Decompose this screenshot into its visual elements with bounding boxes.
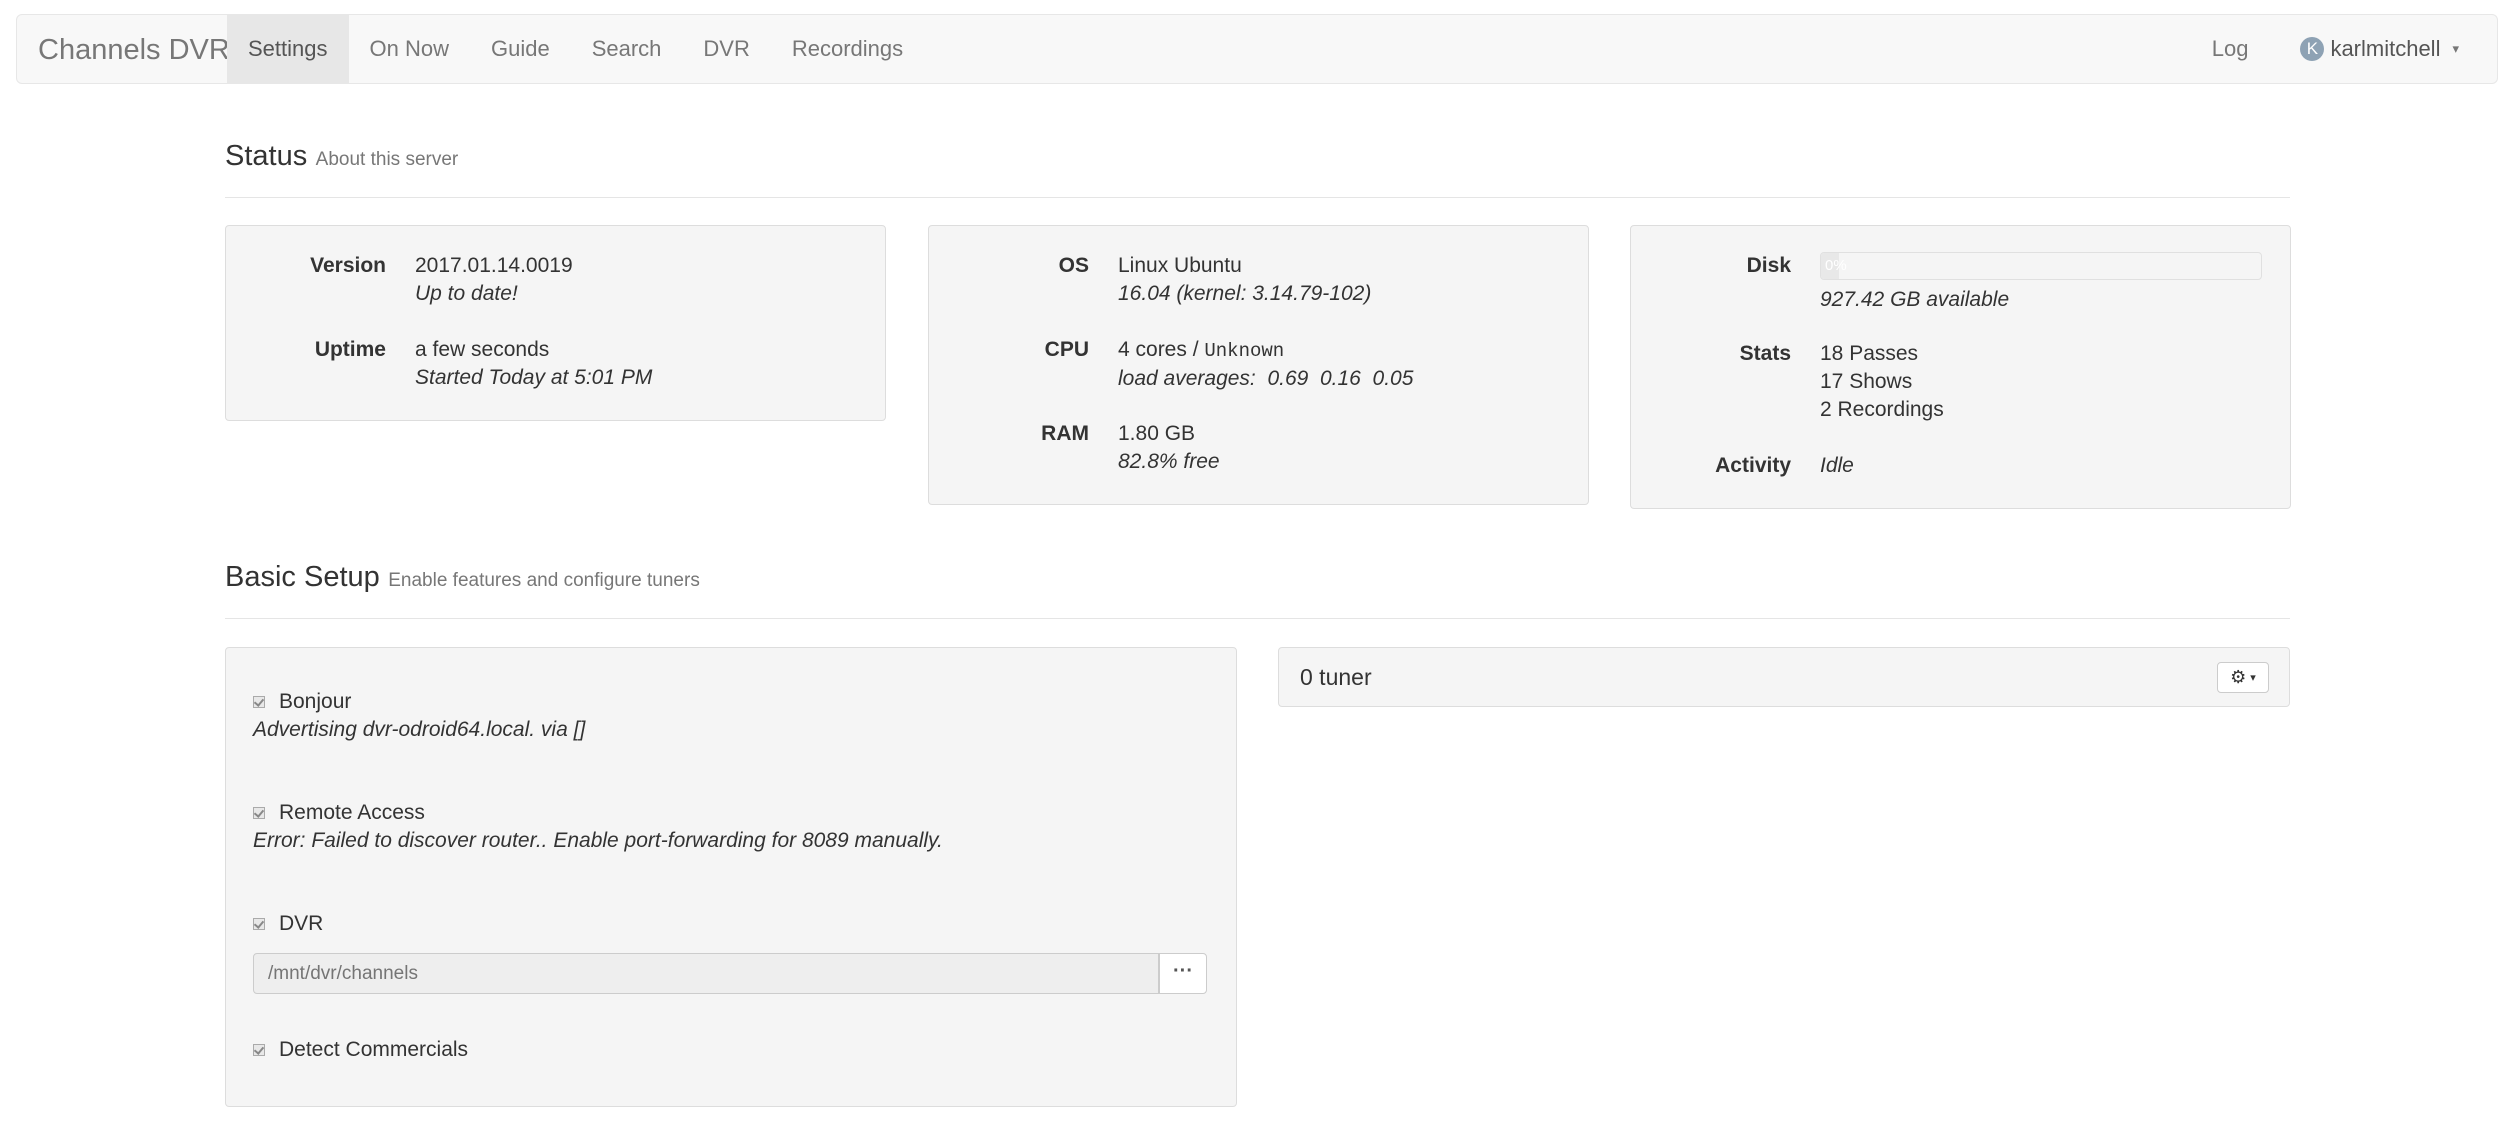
activity-label: Activity: [1715, 454, 1791, 477]
setup-title: Basic Setup: [225, 561, 380, 593]
ram-label: RAM: [1041, 422, 1089, 445]
detect-commercials-checkbox[interactable]: [253, 1044, 265, 1056]
gear-icon: ⚙: [2230, 667, 2247, 687]
dvr-path-input[interactable]: [253, 953, 1159, 994]
tuner-panel: 0 tuner ⚙ ▾: [1278, 647, 2290, 707]
stats-label: Stats: [1739, 342, 1791, 365]
load-1: 0.69: [1267, 367, 1309, 390]
cpu-cores: 4 cores /: [1118, 338, 1205, 361]
version-note: Up to date!: [415, 282, 518, 305]
disk-available: 927.42 GB available: [1820, 288, 2010, 311]
version-number: 2017.01.14.0019: [415, 254, 573, 277]
remote-access-checkbox[interactable]: [253, 807, 265, 819]
avatar: K: [2300, 37, 2325, 61]
version-panel: Version 2017.01.14.0019 Up to date! Upti…: [225, 225, 886, 421]
ram-value: 1.80 GB 82.8% free: [1118, 420, 1220, 476]
chevron-down-icon: ▾: [2452, 41, 2459, 56]
nav-log[interactable]: Log: [2181, 15, 2280, 83]
os-value: Linux Ubuntu 16.04 (kernel: 3.14.79-102): [1118, 252, 1371, 308]
disk-label: Disk: [1746, 254, 1791, 277]
tuner-settings-button[interactable]: ⚙ ▾: [2217, 662, 2269, 693]
navbar: Channels DVR Settings On Now Guide Searc…: [16, 14, 2498, 84]
os-name: Linux Ubuntu: [1118, 254, 1242, 277]
nav-recordings[interactable]: Recordings: [771, 15, 924, 83]
ram-free: 82.8% free: [1118, 450, 1220, 473]
ram-size: 1.80 GB: [1118, 422, 1196, 445]
stats-recordings: 2 Recordings: [1820, 398, 1944, 421]
stats-passes: 18 Passes: [1820, 342, 1919, 365]
stats-shows: 17 Shows: [1820, 370, 1913, 393]
stats-value: 18 Passes 17 Shows 2 Recordings: [1820, 340, 1944, 424]
nav-guide[interactable]: Guide: [470, 15, 571, 83]
cpu-label: CPU: [1044, 338, 1089, 361]
nav-on-now[interactable]: On Now: [349, 15, 470, 83]
nav-settings[interactable]: Settings: [227, 15, 349, 83]
user-menu[interactable]: K karlmitchell ▾: [2279, 15, 2497, 83]
status-header: Status About this server: [225, 140, 2290, 198]
load-15: 0.05: [1372, 367, 1414, 390]
dvr-checkbox[interactable]: [253, 918, 265, 930]
cpu-value: 4 cores / Unknown load averages: 0.69 0.…: [1118, 336, 1413, 393]
load-label: load averages:: [1118, 367, 1256, 390]
brand-link[interactable]: Channels DVR: [38, 15, 230, 85]
version-value: 2017.01.14.0019 Up to date!: [415, 252, 573, 308]
user-name: karlmitchell: [2330, 36, 2441, 61]
chevron-down-icon: ▾: [2250, 672, 2256, 684]
features-panel: Bonjour Advertising dvr-odroid64.local. …: [225, 647, 1237, 1107]
dvr-option[interactable]: DVR: [253, 912, 323, 936]
os-version: 16.04 (kernel: 3.14.79-102): [1118, 282, 1372, 305]
disk-progress-bar: 0%: [1821, 253, 1847, 279]
detect-commercials-label: Detect Commercials: [279, 1038, 469, 1061]
setup-subtitle: Enable features and configure tuners: [388, 570, 700, 591]
dvr-label: DVR: [279, 912, 324, 935]
remote-access-option[interactable]: Remote Access: [253, 801, 425, 825]
uptime-note: Started Today at 5:01 PM: [415, 366, 653, 389]
version-label: Version: [310, 254, 386, 277]
disk-progress: 0%: [1820, 252, 2262, 280]
browse-path-button[interactable]: ···: [1159, 953, 1207, 994]
main-nav: Settings On Now Guide Search DVR Recordi…: [227, 15, 924, 83]
nav-right: Log K karlmitchell ▾: [2181, 15, 2497, 83]
status-title: Status: [225, 140, 308, 172]
uptime-text: a few seconds: [415, 338, 550, 361]
activity-value: Idle: [1820, 454, 1854, 477]
storage-panel: Disk 0% 927.42 GB available Stats 18 Pas…: [1630, 225, 2291, 509]
detect-commercials-option[interactable]: Detect Commercials: [253, 1038, 468, 1062]
bonjour-option[interactable]: Bonjour: [253, 690, 351, 714]
nav-dvr[interactable]: DVR: [682, 15, 770, 83]
bonjour-label: Bonjour: [279, 690, 352, 713]
tuner-count: 0 tuner: [1300, 664, 1372, 690]
bonjour-checkbox[interactable]: [253, 696, 265, 708]
setup-header: Basic Setup Enable features and configur…: [225, 561, 2290, 619]
bonjour-desc: Advertising dvr-odroid64.local. via []: [253, 718, 586, 741]
cpu-model: Unknown: [1204, 340, 1285, 362]
uptime-label: Uptime: [314, 338, 386, 361]
load-5: 0.16: [1319, 367, 1361, 390]
system-panel: OS Linux Ubuntu 16.04 (kernel: 3.14.79-1…: [928, 225, 1589, 505]
os-label: OS: [1058, 254, 1089, 277]
nav-search[interactable]: Search: [571, 15, 683, 83]
uptime-value: a few seconds Started Today at 5:01 PM: [415, 336, 652, 392]
remote-access-label: Remote Access: [279, 801, 425, 824]
status-subtitle: About this server: [315, 149, 459, 170]
remote-access-desc: Error: Failed to discover router.. Enabl…: [253, 829, 943, 852]
